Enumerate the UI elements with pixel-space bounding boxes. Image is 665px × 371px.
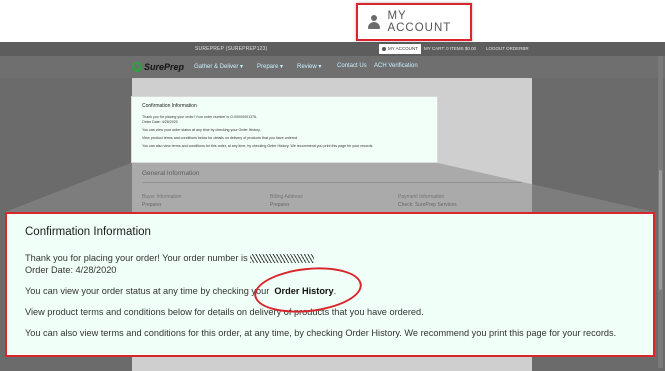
cart-link[interactable]: MY CART: 0 ITEMS $0.00 — [424, 46, 476, 51]
payment-label: Payment Information — [398, 194, 445, 200]
scrollbar-thumb[interactable] — [659, 170, 662, 290]
also-line: You can also view terms and conditions f… — [25, 328, 617, 338]
billing-value: Preparer — [270, 202, 290, 208]
user-label: SUREPREP (SUREPREP123) — [195, 46, 268, 52]
nav-contact-us[interactable]: Contact Us — [337, 63, 367, 69]
small-line-also: You can also view terms and conditions f… — [142, 144, 374, 148]
person-icon — [368, 15, 380, 29]
nav-review[interactable]: Review ▾ — [297, 63, 321, 70]
payment-value: Check: SurePrep Services — [398, 202, 457, 208]
divider — [142, 182, 522, 183]
person-icon — [382, 46, 386, 51]
small-confirm-title: Confirmation Information — [142, 103, 197, 109]
nav-ach-verification[interactable]: ACH Verification — [374, 63, 418, 69]
my-account-label: MY ACCOUNT — [387, 10, 452, 34]
nav-gather-deliver[interactable]: Gather & Deliver ▾ — [194, 63, 243, 70]
thank-you-line: Thank you for placing your order! Your o… — [25, 252, 635, 264]
logout-link[interactable]: LOGOUT ORDERBR — [486, 46, 529, 51]
nav-prepare[interactable]: Prepare ▾ — [257, 63, 283, 70]
top-bar: SUREPREP (SUREPREP123) MY ACCOUNT MY CAR… — [0, 42, 665, 56]
buyer-label: Buyer Information — [142, 194, 182, 200]
confirmation-box-small: Confirmation Information Thank you for p… — [131, 96, 438, 163]
my-account-callout[interactable]: MY ACCOUNT — [356, 3, 472, 41]
checkmark-icon — [132, 62, 142, 72]
sureprep-logo[interactable]: SurePrep — [132, 61, 184, 73]
confirmation-title: Confirmation Information — [25, 226, 151, 238]
billing-label: Billing Address — [270, 194, 303, 200]
buyer-value: Preparer — [142, 202, 162, 208]
general-info-title: General Information — [142, 170, 200, 177]
my-account-link-small[interactable]: MY ACCOUNT — [379, 44, 421, 54]
redacted-order-number — [250, 254, 315, 264]
main-nav: SurePrep Gather & Deliver ▾ Prepare ▾ Re… — [0, 56, 665, 78]
